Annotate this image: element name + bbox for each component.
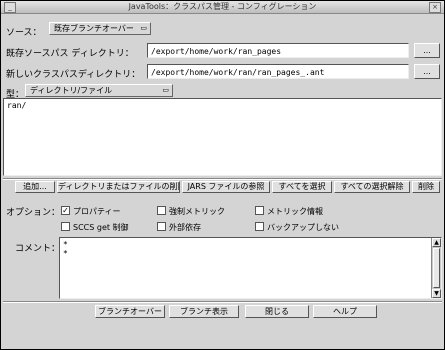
remove-dir-button[interactable]: ディレクトリまたはファイルの削除 <box>57 181 180 193</box>
chevron-down-icon: ▭ <box>162 86 169 94</box>
new-dir-label: 新しいクラスパスディレクトリ： <box>6 70 141 80</box>
existing-dir-label: 既存ソースパス ディレクトリ： <box>6 49 134 59</box>
type-select-value: ディレクトリ/ファイル <box>30 86 113 95</box>
comment-scrollbar[interactable]: ▲ ▼ <box>431 238 441 298</box>
window-menu-button[interactable]: _ <box>4 2 16 13</box>
option-properties-checkbox[interactable]: ✓ <box>61 206 70 215</box>
scrollbar-thumb[interactable] <box>433 248 440 288</box>
arrow-up-icon[interactable]: ▲ <box>432 238 441 247</box>
chevron-down-icon: ▭ <box>140 24 147 32</box>
arrow-down-icon[interactable]: ▼ <box>432 289 441 298</box>
comment-textarea[interactable]: * * <box>59 237 442 299</box>
add-button[interactable]: 追加... <box>15 181 55 193</box>
type-select[interactable]: ディレクトリ/ファイル ▭ <box>25 84 173 97</box>
source-select-value: 既存ブランチオーバー <box>54 24 134 33</box>
deselect-all-button[interactable]: すべての選択解除 <box>334 181 410 193</box>
source-label: ソース： <box>6 28 42 38</box>
delete-button[interactable]: 削除 <box>412 181 440 193</box>
comment-label: コメント： <box>15 244 61 254</box>
option-metric-info-label: メトリック情報 <box>267 207 323 216</box>
option-sccs-checkbox[interactable] <box>61 222 70 231</box>
jar-files-button[interactable]: JARS ファイルの参照 <box>182 181 270 193</box>
new-dir-field[interactable]: /export/home/work/ran/ran_pages_.ant <box>147 64 409 79</box>
option-properties-label: プロパティー <box>73 207 121 216</box>
branch-over-button[interactable]: ブランチオーバー <box>95 305 165 318</box>
comment-line: * <box>63 249 68 258</box>
option-metric-info-checkbox[interactable] <box>255 206 264 215</box>
config-dialog: JavaTools：クラスパス管理 - コンフィグレーション _ × ソース： … <box>0 0 445 350</box>
option-external-dep-checkbox[interactable] <box>157 222 166 231</box>
list-item[interactable]: ran/ <box>7 101 438 110</box>
source-select[interactable]: 既存ブランチオーバー ▭ <box>49 22 151 35</box>
option-no-backup-label: バックアップしない <box>267 223 339 232</box>
existing-dir-field[interactable]: /export/home/work/ran_pages <box>147 43 409 58</box>
close-button[interactable]: 閉じる <box>245 305 309 318</box>
select-all-button[interactable]: すべてを選択 <box>272 181 332 193</box>
path-list[interactable]: ran/ <box>3 98 442 176</box>
divider <box>3 178 442 180</box>
close-window-button[interactable]: × <box>429 2 441 13</box>
option-force-metric-checkbox[interactable] <box>157 206 166 215</box>
option-sccs-label: SCCS get 制御 <box>73 223 129 232</box>
options-label: オプション： <box>6 208 61 218</box>
comment-line: * <box>63 240 68 249</box>
divider <box>3 301 442 303</box>
help-button[interactable]: ヘルプ <box>313 305 377 318</box>
option-no-backup-checkbox[interactable] <box>255 222 264 231</box>
option-external-dep-label: 外部依存 <box>169 223 201 232</box>
branch-display-button[interactable]: ブランチ表示 <box>169 305 239 318</box>
title-bar: JavaTools：クラスパス管理 - コンフィグレーション _ × <box>1 1 444 14</box>
option-force-metric-label: 強制メトリック <box>169 207 225 216</box>
window-title: JavaTools：クラスパス管理 - コンフィグレーション <box>128 2 317 11</box>
browse-new-button[interactable]: ... <box>414 64 440 79</box>
browse-existing-button[interactable]: ... <box>414 43 440 58</box>
